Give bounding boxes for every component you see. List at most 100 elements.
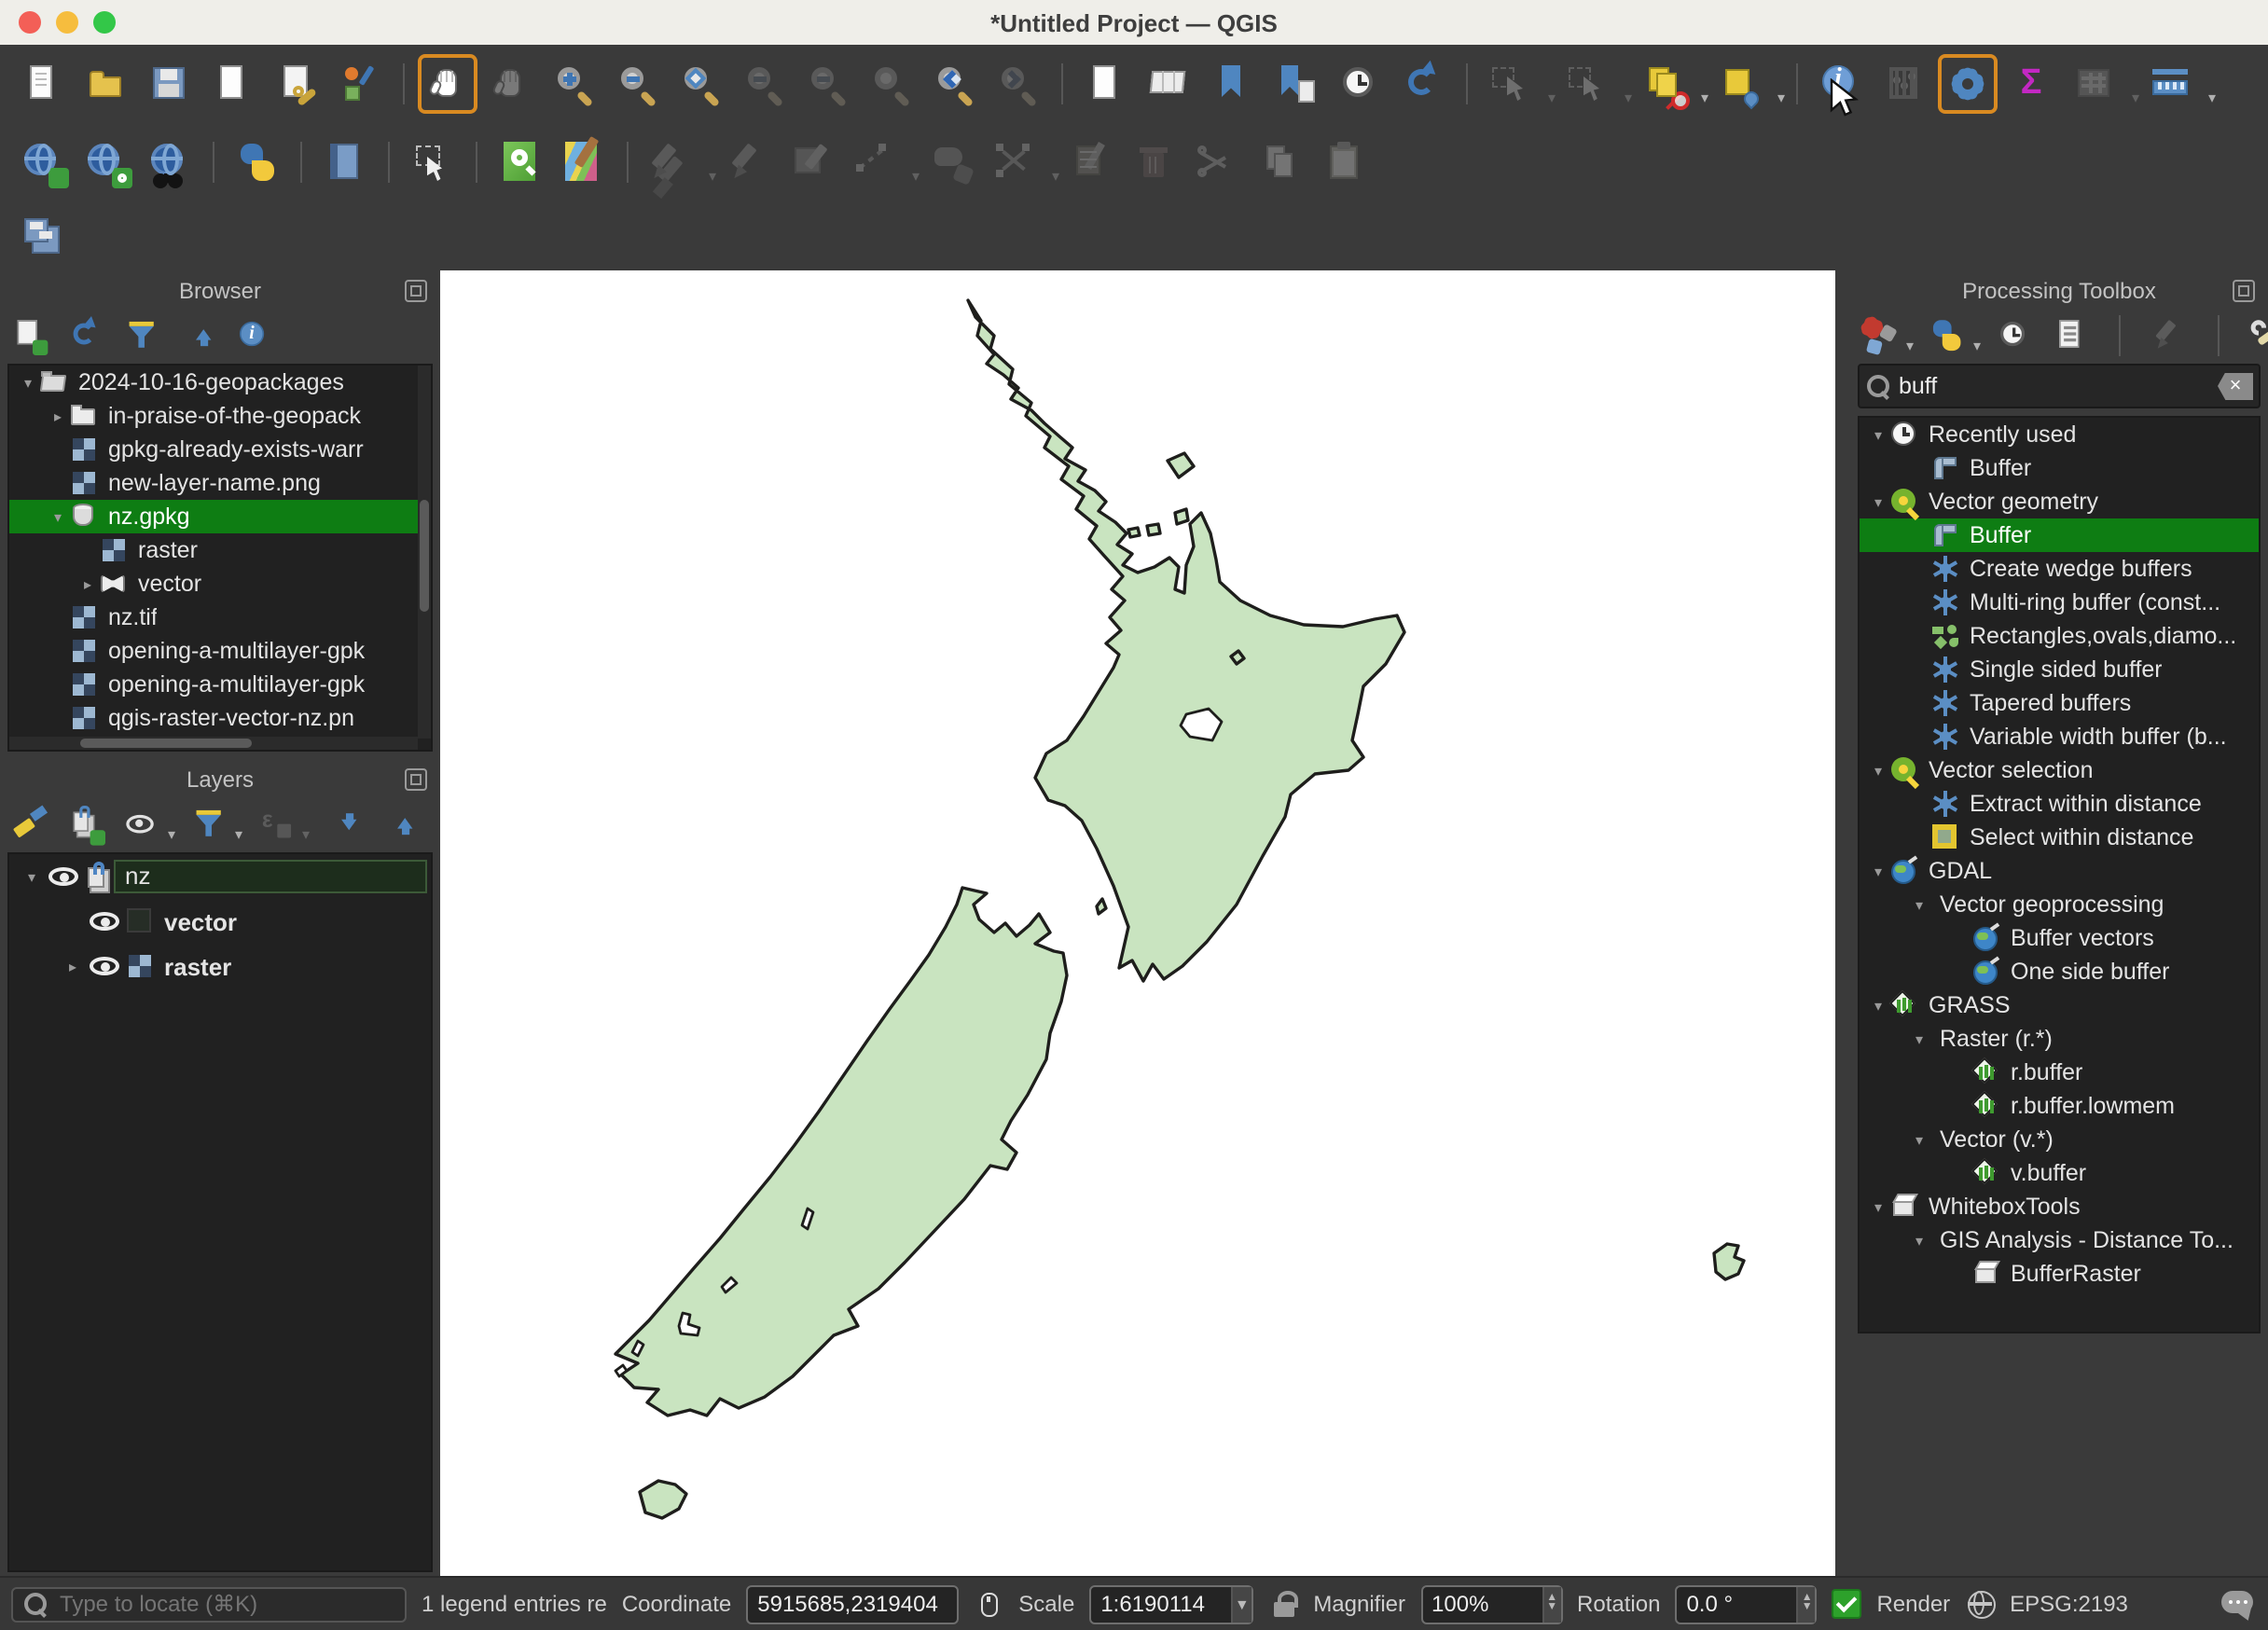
expander-icon[interactable]: ▾ [1867,762,1889,779]
render-checkbox[interactable] [1832,1589,1861,1619]
browser-item-vector[interactable]: ▸vector [9,567,431,601]
save-project-button[interactable] [142,56,198,112]
map-canvas[interactable] [440,270,1835,1576]
rotation-input[interactable] [1677,1591,1796,1617]
expander-icon[interactable]: ▾ [1867,493,1889,510]
new-layout-button[interactable] [1078,56,1134,112]
clear-search-icon[interactable]: × [2218,372,2253,400]
layer-item-raster[interactable]: ▸raster [9,944,431,988]
move-feature-button[interactable] [923,134,979,190]
cut-features-button[interactable] [1190,134,1246,190]
layout-manager-button[interactable] [269,56,325,112]
algorithm-gdal[interactable]: ▾GDAL [1860,854,2259,888]
locate-input[interactable] [56,1589,395,1619]
layer-item-vector[interactable]: vector [9,899,431,944]
save-layer-edits-button[interactable] [720,134,776,190]
pan-to-selection-button[interactable] [483,56,539,112]
paste-features-button[interactable] [1317,134,1373,190]
copy-features-button[interactable] [1253,134,1309,190]
algorithm-bufferraster[interactable]: BufferRaster [1860,1257,2259,1291]
algorithm-raster-r[interactable]: ▾Raster (r.*) [1860,1022,2259,1056]
open-layer-styling-button[interactable] [11,806,48,843]
show-bookmarks-button[interactable] [1268,56,1324,112]
annotations-button[interactable] [1636,56,1692,112]
scale-dropdown-icon[interactable]: ▼ [1230,1586,1252,1622]
expander-icon[interactable]: ▾ [1867,997,1889,1014]
rotation-spinner[interactable]: ▲▼ [1797,1586,1816,1622]
select-annotation-button[interactable] [405,134,461,190]
browser-float-icon[interactable] [405,280,427,302]
show-layout-manager-button[interactable] [1141,56,1197,112]
algorithm-vector-selection[interactable]: ▾Vector selection [1860,753,2259,787]
manage-visibility-button[interactable] [123,806,160,843]
open-project-button[interactable] [78,56,134,112]
toolbox-search-input[interactable] [1891,373,2218,399]
add-group-button[interactable] [67,806,104,843]
sum-features-button[interactable] [2003,56,2059,112]
new-bookmark-button[interactable] [1205,56,1261,112]
save-multiple-button[interactable] [15,208,71,264]
save-edits-button[interactable] [783,134,839,190]
magnifier-input[interactable] [1422,1591,1542,1617]
algorithm-multi-ring-buffer-const[interactable]: Multi-ring buffer (const... [1860,586,2259,619]
visibility-eye-icon[interactable] [90,951,119,981]
expander-icon[interactable]: ▾ [1908,1030,1930,1047]
zoom-full-button[interactable] [673,56,729,112]
expander-icon[interactable]: ▾ [47,508,69,525]
algorithm-single-sided-buffer[interactable]: Single sided buffer [1860,653,2259,686]
algorithm-vector-v[interactable]: ▾Vector (v.*) [1860,1123,2259,1156]
osm-place-search-button[interactable] [492,134,548,190]
results-viewer-button[interactable] [2052,317,2089,354]
algorithm-tapered-buffers[interactable]: Tapered buffers [1860,686,2259,720]
refresh-map-button[interactable] [1395,56,1451,112]
browser-item-opening-a-multilayer-gpk[interactable]: opening-a-multilayer-gpk [9,634,431,668]
expander-icon[interactable]: ▾ [1908,896,1930,913]
digitize-with-segment-button[interactable] [847,134,903,190]
scale-input[interactable] [1091,1591,1230,1617]
toolbox-float-icon[interactable] [2233,280,2255,302]
filter-browser-button[interactable] [123,317,160,354]
pan-map-button[interactable] [420,56,476,112]
filter-by-expression-button[interactable] [257,806,295,843]
undo-button[interactable] [1380,134,1436,190]
browser-item-nz-tif[interactable]: nz.tif [9,601,431,634]
zoom-to-selection-button[interactable] [737,56,793,112]
layer-item-nz[interactable]: ▾nz [9,854,431,899]
browser-item-raster[interactable]: raster [9,533,431,567]
python-console-button[interactable] [229,134,285,190]
algorithm-buffer[interactable]: Buffer [1860,451,2259,485]
algorithm-gis-analysis-distance-to[interactable]: ▾GIS Analysis - Distance To... [1860,1223,2259,1257]
algorithm-select-within-distance[interactable]: Select within distance [1860,821,2259,854]
visibility-eye-icon[interactable] [90,906,119,936]
zoom-in-button[interactable] [546,56,602,112]
browser-item-new-layer-name-png[interactable]: new-layer-name.png [9,466,431,500]
filter-legend-button[interactable] [190,806,228,843]
new-project-button[interactable] [15,56,71,112]
algorithm-create-wedge-buffers[interactable]: Create wedge buffers [1860,552,2259,586]
expander-icon[interactable]: ▸ [47,408,69,424]
browser-item-2024-10-16-geopackages[interactable]: ▾2024-10-16-geopackages [9,366,431,399]
algorithm-r-buffer[interactable]: r.buffer [1860,1056,2259,1089]
map-tips-button[interactable] [1712,56,1768,112]
new-print-layout-button[interactable] [205,56,261,112]
statistical-summary-button[interactable] [1876,56,1932,112]
metasearch-button[interactable] [142,134,198,190]
algorithm-buffer-vectors[interactable]: Buffer vectors [1860,921,2259,955]
zoom-out-button[interactable] [610,56,666,112]
processing-toolbox-button[interactable] [1940,56,1996,112]
edit-features-in-place-button[interactable] [2150,317,2188,354]
browser-item-opening-a-multilayer-gpk[interactable]: opening-a-multilayer-gpk [9,668,431,701]
expander-icon[interactable]: ▾ [1867,1198,1889,1215]
layers-float-icon[interactable] [405,768,427,791]
select-features-button[interactable] [1483,56,1539,112]
algorithm-vector-geometry[interactable]: ▾Vector geometry [1860,485,2259,518]
zoom-next-button[interactable] [990,56,1046,112]
browser-item-in-praise-of-the-geopack[interactable]: ▸in-praise-of-the-geopack [9,399,431,433]
options-button[interactable] [2249,317,2268,354]
algorithm-vector-geoprocessing[interactable]: ▾Vector geoprocessing [1860,888,2259,921]
algorithm-r-buffer-lowmem[interactable]: r.buffer.lowmem [1860,1089,2259,1123]
help-contents-button[interactable] [317,134,373,190]
add-web-layer-button[interactable] [15,134,71,190]
algorithm-whiteboxtools[interactable]: ▾WhiteboxTools [1860,1190,2259,1223]
coordinate-input[interactable] [748,1591,957,1617]
